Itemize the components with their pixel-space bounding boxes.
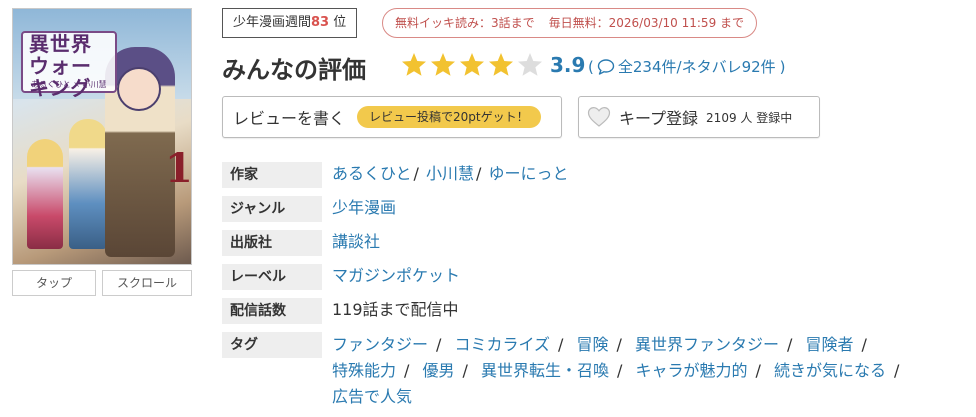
separator: / [755,361,761,380]
cover-volume: 1 [165,145,192,192]
free-read-badge: 無料イッキ読み：3話まで 毎日無料：2026/03/10 11:59 まで [382,8,758,38]
tag-link[interactable]: 優男 [423,361,455,380]
keep-label: キープ登録 [619,109,699,128]
info-row-publisher: 出版社 講談社 [222,230,962,256]
star-icon [429,51,458,79]
tag-link[interactable]: 広告で人気 [332,387,412,406]
write-review-button[interactable]: レビューを書く レビュー投稿で20ptゲット！ [222,96,562,138]
separator: / [413,164,419,183]
author-label: 作家 [222,162,322,188]
genre-label: ジャンル [222,196,322,222]
cover-authors: あるくひと × 小川慧 [31,80,107,89]
author-link[interactable]: ゆーにっと [489,164,569,183]
star-icon [400,51,429,79]
publisher-label: 出版社 [222,230,322,256]
tags-label: タグ [222,332,322,358]
heart-icon [587,106,611,127]
cover-character-hero-face [117,67,161,111]
tag-link[interactable]: 特殊能力 [332,361,396,380]
separator: / [476,164,482,183]
cover-character-girl-left [27,139,63,249]
cover-character-girl-center [69,119,107,249]
star-icon [516,51,545,79]
author-link[interactable]: 小川慧 [426,164,474,183]
review-counts: ( 全234件 / ネタバレ92件 ) [588,56,786,77]
separator: / [861,335,867,354]
info-table: 作家 あるくひと / 小川慧 / ゆーにっと ジャンル 少年漫画 出版社 講談社 レ… [222,162,962,417]
info-row-author: 作家 あるくひと / 小川慧 / ゆーにっと [222,162,962,188]
star-icon [458,51,487,79]
keep-count: 2109 人 登録中 [706,110,793,125]
tag-link[interactable]: 冒険者 [806,335,854,354]
info-row-genre: ジャンル 少年漫画 [222,196,962,222]
label-label: レーベル [222,264,322,290]
ranking-number: 83 [311,15,330,30]
tap-read-button[interactable]: タップ [12,270,96,296]
comment-bubble-icon [597,58,615,75]
ranking-badge[interactable]: 少年漫画週間83 位 [222,8,358,38]
separator: / [558,335,564,354]
rating-score: 3.9 [550,53,586,77]
separator: / [462,361,468,380]
episodes-label: 配信話数 [222,298,322,324]
tag-link[interactable]: ファンタジー [332,335,428,354]
write-review-label: レビューを書く [233,109,346,128]
ranking-label: 少年漫画週間 [233,15,312,30]
episodes-value: 119話まで配信中 [332,300,459,319]
label-link[interactable]: マガジンポケット [332,266,460,285]
cover-image[interactable]: 異世界ウォーキング あるくひと × 小川慧 1 [12,8,192,265]
free-bulk-text: 無料イッキ読み：3話まで [395,16,535,30]
tag-link[interactable]: 異世界転生・召喚 [481,361,609,380]
tags-list: ファンタジー / コミカライズ / 冒険 / 異世界ファンタジー / 冒険者 / 特殊能力… [332,332,942,410]
rating-title: みんなの評価 [222,56,366,84]
separator: / [404,361,410,380]
rating-stars [400,51,545,81]
tag-link[interactable]: コミカライズ [455,335,551,354]
review-promo-badge: レビュー投稿で20ptゲット！ [357,106,541,128]
tag-link[interactable]: キャラが魅力的 [636,361,748,380]
separator: / [436,335,442,354]
open-paren: ( [588,57,594,76]
separator: / [894,361,900,380]
free-daily-text: 毎日無料：2026/03/10 11:59 まで [548,16,745,30]
author-link[interactable]: あるくひと [332,164,412,183]
keep-button[interactable]: キープ登録 2109 人 登録中 [578,96,820,138]
info-row-label: レーベル マガジンポケット [222,264,962,290]
publisher-link[interactable]: 講談社 [332,232,380,251]
ranking-suffix: 位 [333,15,347,30]
tag-link[interactable]: 続きが気になる [774,361,886,380]
scroll-read-button[interactable]: スクロール [102,270,192,296]
tag-link[interactable]: 冒険 [577,335,609,354]
separator: / [617,361,623,380]
spoiler-reviews-link[interactable]: ネタバレ92件 [682,56,776,77]
all-reviews-link[interactable]: 全234件 [618,56,677,77]
separator: / [616,335,622,354]
tag-link[interactable]: 異世界ファンタジー [635,335,779,354]
info-row-episodes: 配信話数 119話まで配信中 [222,298,962,324]
author-values: あるくひと / 小川慧 / ゆーにっと [332,162,569,186]
info-row-tags: タグ ファンタジー / コミカライズ / 冒険 / 異世界ファンタジー / 冒険者 / 特… [222,332,962,410]
close-paren: ) [779,57,786,76]
star-icon [487,51,516,79]
genre-link[interactable]: 少年漫画 [332,198,396,217]
separator: / [787,335,793,354]
